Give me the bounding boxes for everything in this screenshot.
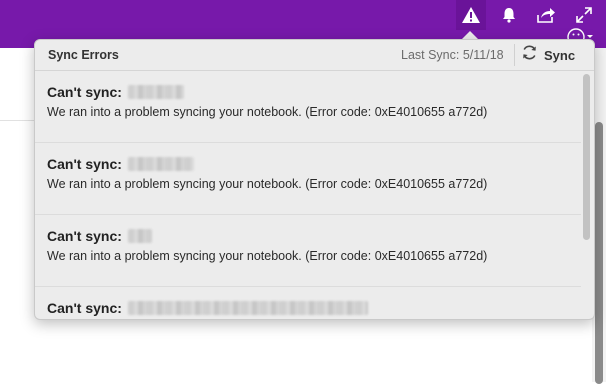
sync-error-list: Can't sync: We ran into a problem syncin…	[35, 71, 583, 319]
sync-error-item[interactable]: Can't sync:	[35, 287, 583, 319]
popup-title: Sync Errors	[48, 48, 119, 62]
redacted-notebook-name	[127, 301, 368, 315]
popup-header: Sync Errors Last Sync: 5/11/18 Sync	[35, 40, 594, 71]
sync-error-title: Can't sync:	[47, 227, 152, 245]
warning-icon[interactable]	[459, 5, 483, 25]
expand-icon[interactable]	[572, 5, 596, 25]
sync-error-prefix: Can't sync:	[47, 228, 122, 244]
sync-error-title: Can't sync:	[47, 155, 194, 173]
redacted-notebook-name	[127, 85, 184, 99]
sync-error-message: We ran into a problem syncing your noteb…	[47, 249, 488, 263]
sync-error-item[interactable]: Can't sync: We ran into a problem syncin…	[35, 71, 583, 143]
sync-error-prefix: Can't sync:	[47, 300, 122, 316]
share-icon[interactable]	[534, 5, 558, 25]
header-divider	[514, 44, 515, 66]
refresh-icon	[521, 44, 538, 66]
redacted-notebook-name	[127, 157, 194, 171]
bell-icon[interactable]	[497, 5, 521, 25]
sync-error-message: We ran into a problem syncing your noteb…	[47, 177, 488, 191]
sync-error-title: Can't sync:	[47, 83, 184, 101]
sync-button-label: Sync	[544, 47, 576, 63]
sync-button[interactable]: Sync	[521, 43, 587, 67]
sync-error-title: Can't sync:	[47, 299, 368, 317]
sync-error-prefix: Can't sync:	[47, 84, 122, 100]
redacted-notebook-name	[127, 229, 152, 243]
sync-error-item[interactable]: Can't sync: We ran into a problem syncin…	[35, 143, 583, 215]
sync-error-prefix: Can't sync:	[47, 156, 122, 172]
sync-error-item[interactable]: Can't sync: We ran into a problem syncin…	[35, 215, 583, 287]
sync-error-message: We ran into a problem syncing your noteb…	[47, 105, 488, 119]
sync-errors-popup: Sync Errors Last Sync: 5/11/18 Sync Can'…	[34, 39, 595, 320]
error-list-scrollbar-thumb[interactable]	[583, 74, 590, 240]
page-scrollbar-thumb[interactable]	[595, 122, 603, 384]
last-sync-label: Last Sync: 5/11/18	[401, 48, 504, 62]
